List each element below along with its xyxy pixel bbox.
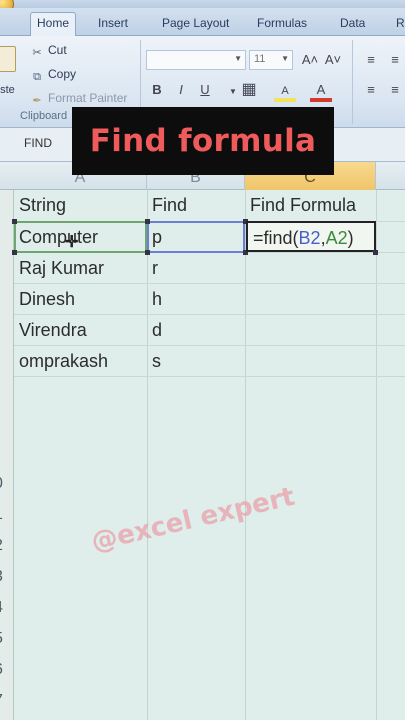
- row-header[interactable]: 3: [0, 568, 3, 586]
- row-header[interactable]: 7: [0, 692, 3, 710]
- group-divider: [352, 40, 353, 124]
- brush-icon: ✒: [32, 95, 42, 107]
- font-name-combo[interactable]: ▼: [146, 50, 246, 70]
- formula-text: =find(: [253, 228, 299, 248]
- paste-button[interactable]: aste: [0, 40, 18, 114]
- formula-close: ): [347, 228, 354, 248]
- row-header[interactable]: 0: [0, 475, 3, 493]
- tab-insert[interactable]: Insert: [92, 13, 134, 36]
- name-box[interactable]: FIND: [24, 136, 52, 150]
- align-top-icon[interactable]: ≡: [360, 50, 382, 70]
- gridline: [245, 190, 246, 720]
- italic-button[interactable]: I: [170, 80, 192, 100]
- clipboard-group-label: Clipboard: [20, 110, 68, 122]
- tab-formulas[interactable]: Formulas: [251, 13, 313, 36]
- align-left-icon[interactable]: ≡: [360, 80, 382, 100]
- copy-label: Copy: [48, 67, 77, 81]
- cell-a4[interactable]: Dinesh: [14, 284, 147, 315]
- align-middle-icon[interactable]: ≡: [384, 50, 405, 70]
- tab-page-layout[interactable]: Page Layout: [156, 13, 235, 36]
- paste-label: aste: [0, 84, 15, 96]
- cell-c2-editing[interactable]: =find(B2,A2): [246, 221, 376, 252]
- copy-icon: ⧉: [33, 71, 41, 83]
- tab-home[interactable]: Home: [30, 12, 77, 37]
- scissors-icon: ✂: [32, 47, 42, 59]
- underline-button[interactable]: U: [194, 80, 216, 100]
- cell-a1[interactable]: String: [14, 190, 147, 221]
- align-center-icon[interactable]: ≡: [384, 80, 405, 100]
- cell-a3[interactable]: Raj Kumar: [14, 253, 147, 284]
- font-color-icon: A: [316, 82, 326, 97]
- format-painter-button[interactable]: ✒ Format Painter: [30, 90, 127, 107]
- font-color-button[interactable]: A: [310, 80, 332, 102]
- row-header[interactable]: 4: [0, 599, 3, 617]
- cell-a6[interactable]: omprakash: [14, 346, 147, 377]
- row-header[interactable]: 1: [0, 506, 3, 524]
- formula-ref-b2: B2: [298, 228, 321, 248]
- cell-c1[interactable]: Find Formula: [245, 190, 405, 221]
- tab-review[interactable]: R: [390, 13, 405, 36]
- chevron-down-icon: ▼: [234, 54, 242, 63]
- move-cursor-icon: ✛: [65, 234, 79, 251]
- formula-ref-a2: A2: [325, 228, 348, 248]
- font-size-combo[interactable]: 11 ▼: [249, 50, 293, 70]
- chevron-down-icon: ▼: [281, 54, 289, 63]
- cell-a5[interactable]: Virendra: [14, 315, 147, 346]
- borders-icon[interactable]: ▦: [238, 80, 260, 100]
- cell-b1[interactable]: Find: [147, 190, 245, 221]
- cut-button[interactable]: ✂ Cut: [30, 42, 67, 59]
- fill-bucket-icon: A: [281, 85, 289, 97]
- fill-color-button[interactable]: A: [274, 80, 296, 102]
- row-header[interactable]: 6: [0, 661, 3, 679]
- format-painter-label: Format Painter: [48, 91, 128, 105]
- cell-b4[interactable]: h: [147, 284, 245, 315]
- column-header-d[interactable]: [376, 162, 405, 190]
- grow-font-button[interactable]: A˄: [299, 50, 321, 70]
- gridline: [376, 190, 377, 720]
- cell-b2[interactable]: p: [147, 222, 245, 253]
- banner-text: Find formula: [89, 123, 317, 159]
- copy-button[interactable]: ⧉ Copy: [30, 66, 76, 83]
- worksheet-grid: A B C 0 1 2 3 4 5 6 7 String Find Find F…: [0, 162, 405, 720]
- row-headers: 0 1 2 3 4 5 6 7: [0, 190, 14, 720]
- fill-handle[interactable]: [373, 250, 378, 255]
- cell-b3[interactable]: r: [147, 253, 245, 284]
- paste-icon: [0, 46, 16, 72]
- title-bar: [0, 0, 405, 8]
- tab-data[interactable]: Data: [334, 13, 371, 36]
- cell-b6[interactable]: s: [147, 346, 245, 377]
- row-header[interactable]: 2: [0, 537, 3, 555]
- cell-b5[interactable]: d: [147, 315, 245, 346]
- title-banner: Find formula: [72, 107, 334, 175]
- shrink-font-button[interactable]: A˅: [322, 50, 344, 70]
- row-header[interactable]: 5: [0, 630, 3, 648]
- cut-label: Cut: [48, 43, 67, 57]
- bold-button[interactable]: B: [146, 80, 168, 100]
- ribbon-tabs: Home Insert Page Layout Formulas Data R: [0, 8, 405, 37]
- font-size-value: 11: [254, 53, 266, 65]
